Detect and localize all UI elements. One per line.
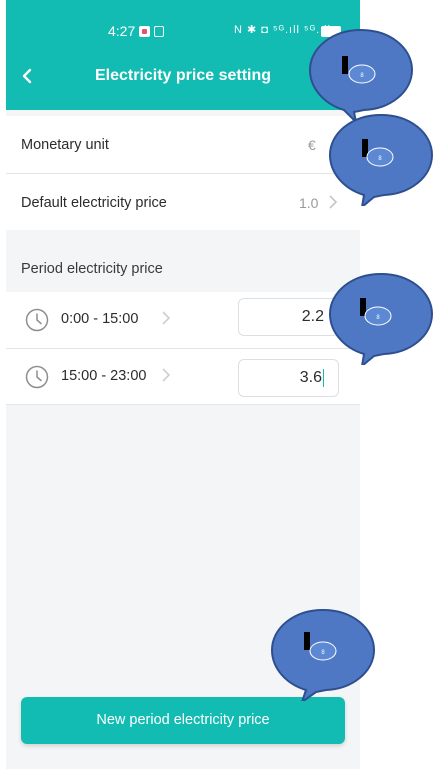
chevron-right-icon[interactable] [161, 367, 171, 388]
period-row: 0:00 - 15:00 2.2 [6, 292, 360, 349]
back-button[interactable] [20, 64, 40, 88]
period-price-input[interactable]: 3.6 [238, 359, 339, 397]
speech-bubble-icon: 8 [328, 272, 433, 365]
default-price-value: 1.0 [299, 195, 319, 211]
clock-icon [25, 308, 49, 332]
chevron-right-icon[interactable] [161, 310, 171, 331]
period-price-value: 3.6 [299, 369, 322, 386]
speech-bubble-icon: 8 [270, 608, 376, 701]
clock-icon [25, 365, 49, 389]
text-caret [323, 368, 324, 387]
new-period-button[interactable]: New period electricity price [21, 697, 345, 744]
page-title: Electricity price setting [94, 67, 272, 84]
period-row: 15:00 - 23:00 3.6 [6, 349, 360, 405]
default-price-label: Default electricity price [21, 195, 167, 211]
monetary-unit-label: Monetary unit [21, 137, 109, 153]
period-section-label: Period electricity price [21, 261, 163, 277]
monetary-unit-row[interactable]: Monetary unit € [6, 116, 360, 174]
chevron-left-icon [22, 68, 32, 84]
monetary-unit-value: € [308, 137, 316, 153]
period-time[interactable]: 15:00 - 23:00 [61, 368, 146, 384]
status-time: 4:27 [108, 23, 136, 39]
speech-bubble-icon: 8 [308, 28, 414, 121]
period-price-value: 2.2 [301, 308, 324, 325]
default-price-row[interactable]: Default electricity price 1.0 [6, 174, 360, 230]
period-price-input[interactable]: 2.2 [238, 298, 339, 336]
speech-bubble-icon: 8 [328, 113, 433, 206]
sim-icon [154, 26, 164, 37]
period-time[interactable]: 0:00 - 15:00 [61, 311, 138, 327]
notification-icon [139, 26, 150, 37]
